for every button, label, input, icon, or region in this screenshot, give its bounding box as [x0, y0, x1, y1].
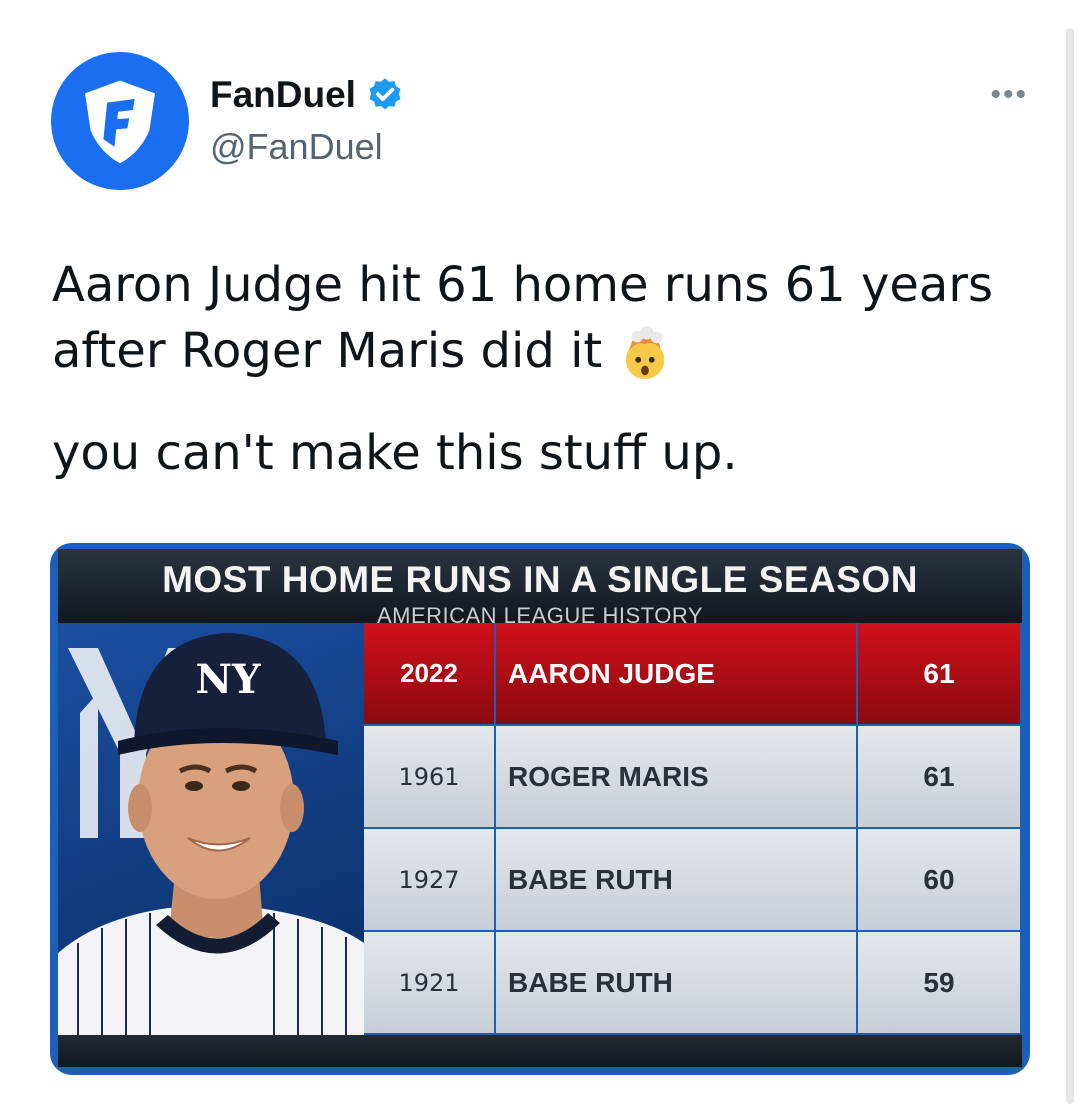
player-cell: ROGER MARIS	[496, 726, 856, 827]
home-run-graphic[interactable]: MOST HOME RUNS IN A SINGLE SEASON AMERIC…	[50, 543, 1030, 1075]
tweet-line-2: you can't make this stuff up.	[52, 425, 738, 481]
graphic-title: MOST HOME RUNS IN A SINGLE SEASON	[162, 559, 918, 600]
cap-logo-text: NY	[195, 656, 261, 703]
player-cell: BABE RUTH	[496, 932, 856, 1033]
more-options-button[interactable]: •••	[990, 78, 1028, 112]
player-photo: NY	[58, 623, 364, 1035]
home-runs-cell: 59	[858, 932, 1020, 1033]
scrollbar[interactable]	[1066, 28, 1074, 1104]
table-row: 1961 ROGER MARIS 61	[364, 726, 1020, 829]
verified-badge-icon	[369, 78, 401, 110]
home-runs-cell: 60	[858, 829, 1020, 930]
home-run-table: 2022 AARON JUDGE 61 1961 ROGER MARIS 61 1927 BA…	[364, 623, 1020, 1035]
year-cell: 1927	[364, 829, 494, 930]
tweet-line-1: Aaron Judge hit 61 home runs 61 years af…	[52, 252, 1032, 384]
player-cell: BABE RUTH	[496, 829, 856, 930]
display-name[interactable]: FanDuel	[210, 74, 356, 116]
exploding-head-emoji-icon	[625, 325, 665, 380]
tweet-text: Aaron Judge hit 61 home runs 61 years af…	[52, 252, 1032, 486]
year-cell: 1961	[364, 726, 494, 827]
avatar[interactable]	[51, 52, 189, 190]
table-row: 1927 BABE RUTH 60	[364, 829, 1020, 932]
home-runs-cell: 61	[858, 623, 1020, 724]
year-cell: 1921	[364, 932, 494, 1033]
graphic-header: MOST HOME RUNS IN A SINGLE SEASON AMERIC…	[58, 549, 1022, 628]
table-row: 1921 BABE RUTH 59	[364, 932, 1020, 1035]
year-cell: 2022	[364, 623, 494, 724]
account-handle[interactable]: @FanDuel	[210, 126, 383, 168]
player-cell: AARON JUDGE	[496, 623, 856, 724]
table-row: 2022 AARON JUDGE 61	[364, 623, 1020, 726]
fanduel-logo-icon	[85, 80, 155, 164]
home-runs-cell: 61	[858, 726, 1020, 827]
graphic-footer	[58, 1035, 1022, 1067]
